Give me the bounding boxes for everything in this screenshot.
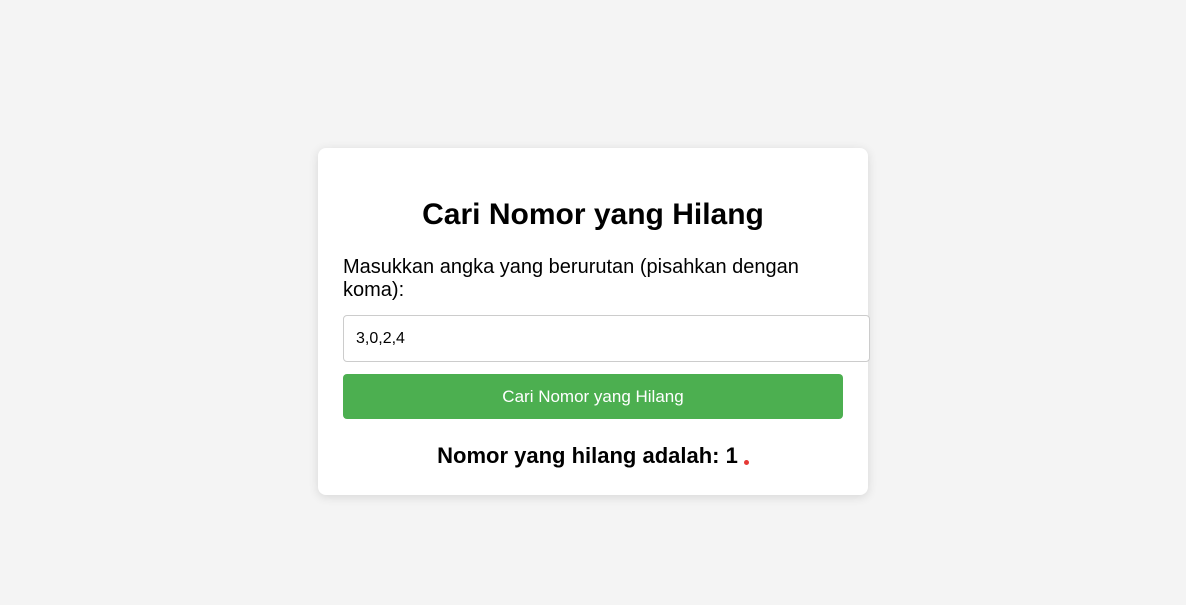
result-value: 1 [725,443,738,468]
input-label: Masukkan angka yang berurutan (pisahkan … [343,256,799,301]
result-text: Nomor yang hilang adalah: 1 [318,443,868,469]
page-title: Cari Nomor yang Hilang [422,198,764,231]
indicator-dot-icon [743,460,749,465]
missing-number-card: Cari Nomor yang Hilang Masukkan angka ya… [318,148,870,495]
result-prefix: Nomor yang hilang adalah: [437,443,726,468]
numbers-input[interactable] [343,315,870,362]
find-missing-number-button[interactable]: Cari Nomor yang Hilang [343,374,843,419]
